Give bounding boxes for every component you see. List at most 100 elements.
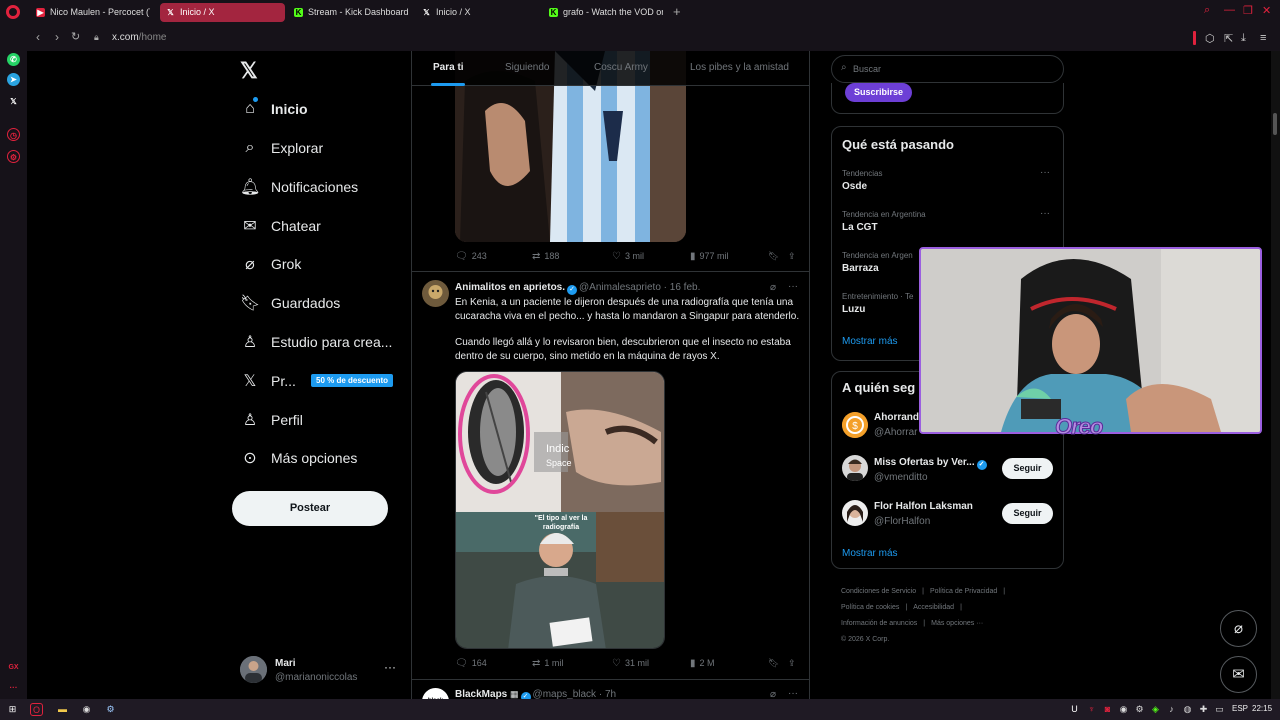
- scrollbar[interactable]: [1271, 51, 1280, 699]
- reload-icon[interactable]: ↻: [71, 30, 80, 43]
- tab-coscu-army[interactable]: Coscu Army: [594, 62, 648, 73]
- tab-para-ti[interactable]: Para ti: [433, 62, 464, 73]
- nav-item-inicio[interactable]: ⌂ Inicio: [240, 96, 307, 122]
- bookmark-button[interactable]: 🔖︎: [768, 251, 779, 262]
- tray-obs-icon[interactable]: ◉: [1117, 703, 1130, 716]
- back-icon[interactable]: ‹: [36, 30, 40, 44]
- tab-siguiendo[interactable]: Siguiendo: [505, 62, 549, 73]
- tray-steam-icon[interactable]: ⚙: [1133, 703, 1146, 716]
- tab-los-pibes[interactable]: Los pibes y la amistad: [690, 62, 789, 73]
- windows-start-icon[interactable]: ⊞: [6, 703, 19, 716]
- tray-network-icon[interactable]: ▭: [1213, 703, 1226, 716]
- messages-float-icon[interactable]: ✉: [1220, 656, 1257, 693]
- more-icon[interactable]: ···: [7, 681, 20, 694]
- search-tabs-icon[interactable]: ⌕: [1204, 4, 1210, 17]
- minimize-icon[interactable]: —: [1224, 4, 1235, 16]
- nav-item-guardados[interactable]: 🔖︎ Guardados: [240, 290, 340, 316]
- settings-icon[interactable]: ⚙: [7, 150, 20, 163]
- telegram-icon[interactable]: ➤: [7, 73, 20, 86]
- follow-name[interactable]: Ahorrand: [874, 412, 919, 423]
- tray-app-icon[interactable]: ◈: [1149, 703, 1162, 716]
- url-field[interactable]: x.com/home: [112, 32, 166, 43]
- gx-icon[interactable]: GX: [7, 661, 20, 674]
- post-author-name[interactable]: Animalitos en aprietos.: [455, 282, 565, 293]
- trends-show-more[interactable]: Mostrar más: [842, 336, 898, 347]
- tray-volume-icon[interactable]: ♪: [1165, 703, 1178, 716]
- trend-name[interactable]: La CGT: [842, 222, 878, 233]
- tray-mic-icon[interactable]: ♆: [1085, 703, 1098, 716]
- nav-item-explorar[interactable]: ⌕ Explorar: [240, 135, 324, 161]
- post-avatar[interactable]: [422, 280, 449, 307]
- post-time[interactable]: · 16 feb.: [664, 282, 701, 293]
- search-box[interactable]: ⌕: [831, 55, 1064, 83]
- repost-button[interactable]: ⇄ 1 mil: [532, 658, 563, 669]
- views-button[interactable]: ▮ 2 M: [690, 658, 715, 669]
- keyboard-language[interactable]: ESP: [1232, 704, 1248, 713]
- follow-button[interactable]: Seguir: [1002, 503, 1053, 524]
- share-icon[interactable]: ⇱: [1224, 32, 1233, 45]
- post-author-name[interactable]: BlackMaps: [455, 689, 507, 699]
- reply-button[interactable]: 🗨︎ 243: [455, 251, 487, 262]
- footer-link[interactable]: Información de anuncios: [841, 620, 917, 627]
- history-icon[interactable]: ◷: [7, 128, 20, 141]
- trend-name[interactable]: Barraza: [842, 263, 879, 274]
- footer-link[interactable]: Más opciones ···: [931, 620, 983, 627]
- post-author-handle[interactable]: @Animalesaprieto: [579, 282, 661, 293]
- footer-link[interactable]: Política de cookies: [841, 604, 899, 611]
- follow-name[interactable]: Miss Ofertas by Ver... ✓: [874, 457, 989, 470]
- follow-avatar[interactable]: [842, 500, 868, 526]
- trend-name[interactable]: Luzu: [842, 304, 865, 315]
- browser-tab-kick[interactable]: K Stream - Kick Dashboard: [288, 3, 413, 22]
- follow-avatar[interactable]: $: [842, 412, 868, 438]
- tray-vpn-icon[interactable]: ◍: [1181, 703, 1194, 716]
- post-button[interactable]: Postear: [232, 491, 388, 526]
- nav-item-estudio[interactable]: ♙ Estudio para crea...: [240, 329, 393, 355]
- follow-button[interactable]: Seguir: [1002, 458, 1053, 479]
- trend-more-icon[interactable]: ···: [1040, 208, 1050, 219]
- grok-float-icon[interactable]: ⌀: [1220, 610, 1257, 647]
- browser-tab-x-active[interactable]: 𝕏 Inicio / X: [160, 3, 285, 22]
- nav-item-notificaciones[interactable]: 🔔︎ Notificaciones: [240, 174, 358, 200]
- account-more-icon[interactable]: ···: [384, 660, 396, 674]
- opera-gx-icon[interactable]: O: [30, 703, 43, 716]
- x-logo-icon[interactable]: 𝕏: [240, 58, 258, 84]
- nav-item-mas-opciones[interactable]: ⊙ Más opciones: [240, 445, 357, 471]
- nav-item-grok[interactable]: ⌀ Grok: [240, 251, 301, 277]
- views-button[interactable]: ▮ 977 mil: [690, 251, 729, 262]
- follow-show-more[interactable]: Mostrar más: [842, 548, 898, 559]
- account-avatar[interactable]: [240, 656, 267, 683]
- subscribe-button[interactable]: Suscribirse: [845, 83, 913, 102]
- steam-icon[interactable]: ⚙: [104, 703, 117, 716]
- tray-tool-icon[interactable]: ✚: [1197, 703, 1210, 716]
- obs-icon[interactable]: ◉: [80, 703, 93, 716]
- new-tab-button[interactable]: +: [673, 4, 681, 19]
- nav-item-premium[interactable]: 𝕏 Pr...: [240, 368, 296, 394]
- tray-record-icon[interactable]: ◙: [1101, 703, 1114, 716]
- menu-icon[interactable]: ≡: [1260, 32, 1266, 44]
- folder-icon[interactable]: ▬: [56, 703, 69, 716]
- trend-name[interactable]: Osde: [842, 181, 867, 192]
- follow-avatar[interactable]: [842, 455, 868, 481]
- browser-tab-youtube[interactable]: ▶ Nico Maulen - Percocet (T: [30, 3, 150, 22]
- grok-icon[interactable]: ⌀: [770, 282, 776, 293]
- tray-u-icon[interactable]: U: [1068, 703, 1081, 716]
- post-avatar[interactable]: black: [422, 688, 449, 699]
- post-author-handle[interactable]: @maps_black: [533, 689, 597, 699]
- browser-tab-x[interactable]: 𝕏 Inicio / X: [416, 3, 541, 22]
- post-media[interactable]: Indic Space "El tipo al ver la radiograf…: [455, 371, 665, 649]
- footer-link[interactable]: Condiciones de Servicio: [841, 588, 916, 595]
- reply-button[interactable]: 🗨︎ 164: [455, 658, 487, 669]
- close-icon[interactable]: ✕: [1262, 4, 1271, 17]
- browser-tab-kick-vod[interactable]: K grafo - Watch the VOD on: [543, 3, 663, 22]
- forward-icon[interactable]: ›: [55, 30, 59, 44]
- whatsapp-icon[interactable]: ✆: [7, 53, 20, 66]
- footer-link[interactable]: Accesibilidad: [913, 604, 954, 611]
- extensions-icon[interactable]: ⬡: [1205, 32, 1215, 45]
- repost-button[interactable]: ⇄ 188: [532, 251, 559, 262]
- clock[interactable]: 22:15: [1252, 704, 1272, 713]
- nav-item-perfil[interactable]: ♙ Perfil: [240, 407, 303, 433]
- like-button[interactable]: ♡ 3 mil: [612, 251, 644, 262]
- scrollbar-thumb[interactable]: [1273, 113, 1277, 135]
- post-more-icon[interactable]: ···: [788, 281, 798, 292]
- post-time[interactable]: · 7h: [599, 689, 616, 699]
